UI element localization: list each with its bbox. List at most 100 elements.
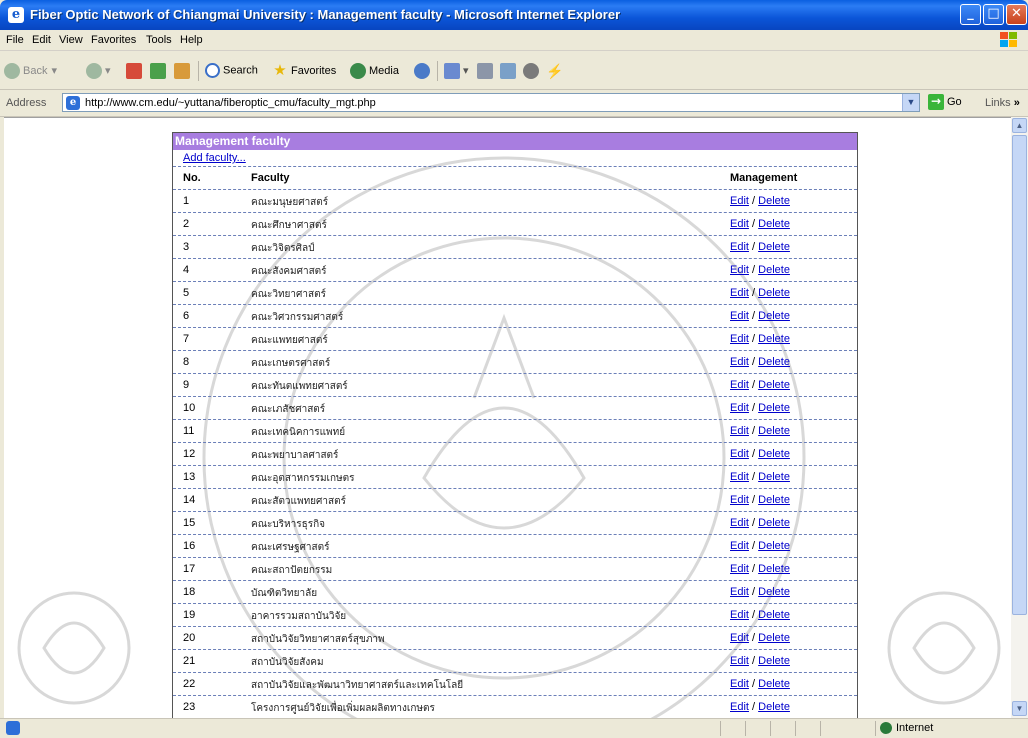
add-faculty-link[interactable]: Add faculty... [173,150,857,167]
delete-link[interactable]: Delete [758,609,790,621]
vertical-scrollbar[interactable]: ▲ ▼ [1011,117,1028,718]
row-actions: Edit / Delete [730,218,790,230]
row-actions: Edit / Delete [730,678,790,690]
row-number: 11 [183,425,195,437]
action-separator: / [748,701,759,713]
print-button[interactable] [477,63,496,79]
action-separator: / [748,678,759,690]
edit-link[interactable]: Edit [730,264,749,276]
delete-link[interactable]: Delete [758,333,790,345]
edit-link[interactable]: Edit [730,517,749,529]
media-button[interactable]: Media [350,63,399,79]
faculty-name: สถาบันวิจัยและพัฒนาวิทยาศาสตร์และเทคโนโล… [251,680,464,691]
edit-link[interactable]: Edit [730,287,749,299]
scroll-up-button[interactable]: ▲ [1012,118,1027,133]
edit-link[interactable]: Edit [730,310,749,322]
menu-view[interactable]: View [59,34,83,46]
delete-link[interactable]: Delete [758,356,790,368]
close-button[interactable]: ✕ [1006,4,1027,25]
delete-link[interactable]: Delete [758,655,790,667]
row-actions: Edit / Delete [730,310,790,322]
edit-page-button[interactable] [500,63,519,79]
menu-edit[interactable]: Edit [32,34,51,46]
title-bar[interactable]: e Fiber Optic Network of Chiangmai Unive… [0,0,1028,30]
edit-link[interactable]: Edit [730,333,749,345]
edit-link[interactable]: Edit [730,494,749,506]
mail-button[interactable]: ▾ [444,63,469,79]
action-separator: / [748,218,759,230]
table-row: 13 คณะอุตสาหกรรมเกษตร Edit / Delete [173,466,857,489]
minimize-button[interactable]: _ [960,4,981,25]
edit-link[interactable]: Edit [730,448,749,460]
edit-link[interactable]: Edit [730,402,749,414]
edit-link[interactable]: Edit [730,563,749,575]
menu-file[interactable]: File [6,34,24,46]
delete-link[interactable]: Delete [758,494,790,506]
delete-link[interactable]: Delete [758,195,790,207]
edit-link[interactable]: Edit [730,356,749,368]
action-separator: / [748,402,759,414]
row-number: 20 [183,632,196,644]
edit-link[interactable]: Edit [730,218,749,230]
delete-link[interactable]: Delete [758,586,790,598]
favorites-button[interactable]: ★ Favorites [272,63,336,79]
delete-link[interactable]: Delete [758,540,790,552]
research-button[interactable]: ⚡ [546,63,565,79]
delete-link[interactable]: Delete [758,287,790,299]
delete-link[interactable]: Delete [758,402,790,414]
delete-link[interactable]: Delete [758,241,790,253]
delete-link[interactable]: Delete [758,264,790,276]
refresh-button[interactable] [150,63,169,79]
row-actions: Edit / Delete [730,494,790,506]
delete-link[interactable]: Delete [758,632,790,644]
row-actions: Edit / Delete [730,379,790,391]
edit-link[interactable]: Edit [730,379,749,391]
delete-link[interactable]: Delete [758,310,790,322]
favorites-star-icon: ★ [273,62,287,79]
row-actions: Edit / Delete [730,563,790,575]
go-button[interactable]: → Go [928,94,962,112]
security-zone: Internet [880,722,933,735]
menu-tools[interactable]: Tools [146,34,172,46]
edit-link[interactable]: Edit [730,701,749,713]
edit-link[interactable]: Edit [730,540,749,552]
edit-link[interactable]: Edit [730,678,749,690]
home-button[interactable] [174,63,193,79]
faculty-name: โครงการศูนย์วิจัยเพื่อเพิ่มผลผลิตทางเกษต… [251,703,435,714]
stop-button[interactable] [126,63,145,79]
delete-link[interactable]: Delete [758,471,790,483]
address-dropdown-icon[interactable]: ▼ [902,94,919,111]
forward-button[interactable]: ▾ [86,63,111,79]
address-label: Address [6,97,47,109]
edit-link[interactable]: Edit [730,632,749,644]
menu-favorites[interactable]: Favorites [91,34,136,46]
row-number: 17 [183,563,196,575]
row-actions: Edit / Delete [730,333,790,345]
menu-help[interactable]: Help [180,34,203,46]
delete-link[interactable]: Delete [758,517,790,529]
delete-link[interactable]: Delete [758,563,790,575]
edit-link[interactable]: Edit [730,471,749,483]
messenger-button[interactable] [523,63,542,79]
delete-link[interactable]: Delete [758,379,790,391]
scroll-down-button[interactable]: ▼ [1012,701,1027,716]
address-url: http://www.cm.edu/~yuttana/fiberoptic_cm… [85,97,376,109]
maximize-button[interactable]: □ [983,4,1004,25]
delete-link[interactable]: Delete [758,701,790,713]
history-button[interactable] [414,63,433,79]
delete-link[interactable]: Delete [758,448,790,460]
edit-link[interactable]: Edit [730,609,749,621]
delete-link[interactable]: Delete [758,425,790,437]
links-button[interactable]: Links » [985,97,1020,109]
delete-link[interactable]: Delete [758,218,790,230]
edit-link[interactable]: Edit [730,655,749,667]
scroll-thumb[interactable] [1012,135,1027,615]
address-input[interactable]: e http://www.cm.edu/~yuttana/fiberoptic_… [62,93,920,112]
search-button[interactable]: Search [205,63,258,79]
delete-link[interactable]: Delete [758,678,790,690]
edit-link[interactable]: Edit [730,241,749,253]
edit-link[interactable]: Edit [730,586,749,598]
edit-link[interactable]: Edit [730,195,749,207]
edit-link[interactable]: Edit [730,425,749,437]
back-button[interactable]: Back ▾ [4,63,57,79]
